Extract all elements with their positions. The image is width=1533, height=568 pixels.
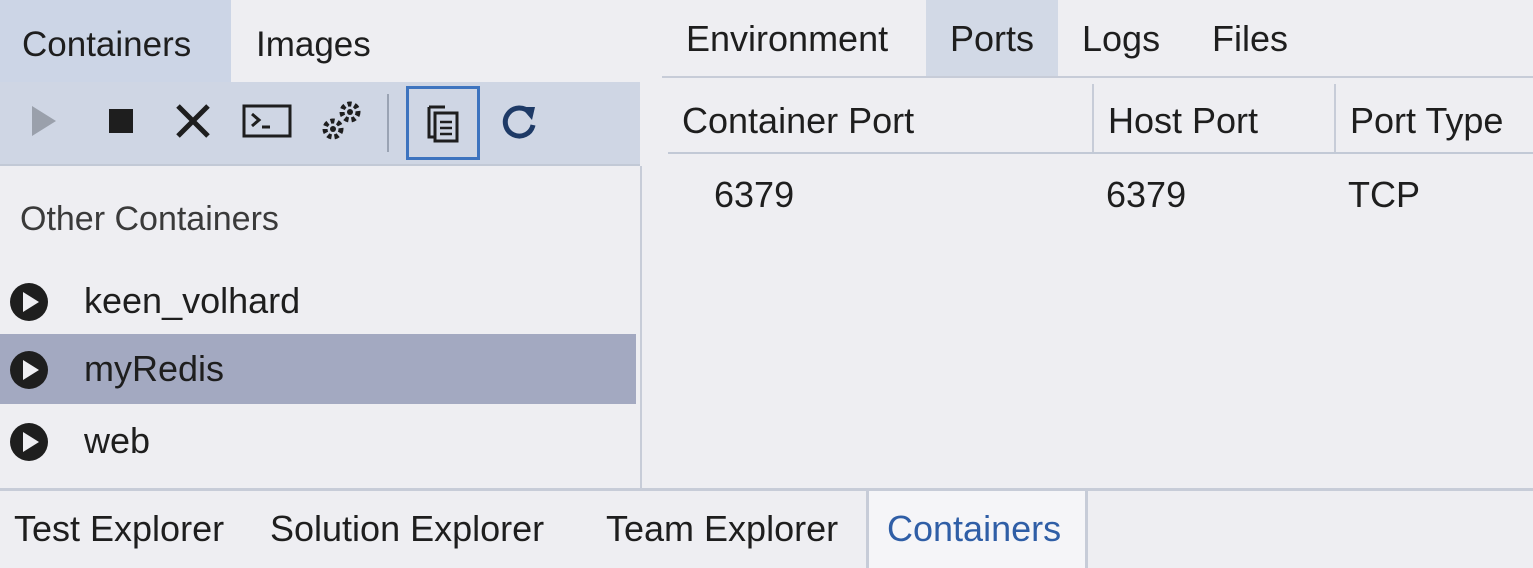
settings-gears-icon — [322, 101, 361, 140]
tool-window-tabs: Test Explorer Solution Explorer Team Exp… — [0, 488, 1533, 568]
copy-files-icon — [427, 105, 459, 143]
tab-ports[interactable]: Ports — [926, 0, 1059, 76]
container-details-pane: Environment Ports Logs Files Container P… — [642, 0, 1533, 488]
container-name: keen_volhard — [84, 280, 301, 321]
tab-containers-bottom[interactable]: Containers — [866, 488, 1088, 568]
tab-logs[interactable]: Logs — [1058, 0, 1184, 76]
toolbar-separator — [387, 94, 389, 152]
running-status-icon — [10, 351, 48, 389]
tab-files[interactable]: Files — [1188, 0, 1312, 76]
start-button[interactable] — [12, 86, 74, 156]
left-tab-strip: Containers Images — [0, 0, 640, 82]
stop-icon — [109, 109, 133, 133]
column-header-host-port[interactable]: Host Port — [1094, 84, 1334, 152]
containers-list: Other Containers keen_volhard myRedis we… — [0, 166, 642, 488]
ports-table-header: Container Port Host Port Port Type — [668, 84, 1533, 154]
container-name: myRedis — [84, 348, 225, 389]
container-item-web[interactable]: web — [0, 406, 636, 476]
group-label: Other Containers — [20, 200, 279, 238]
refresh-button[interactable] — [488, 86, 550, 156]
tab-containers[interactable]: Containers — [0, 0, 231, 82]
play-icon — [32, 106, 56, 136]
cell-host-port: 6379 — [1106, 174, 1187, 215]
tab-images[interactable]: Images — [234, 0, 393, 82]
open-terminal-button[interactable] — [236, 86, 298, 156]
copy-files-button[interactable] — [406, 86, 480, 160]
container-item-myredis[interactable]: myRedis — [0, 334, 636, 404]
stop-button[interactable] — [90, 86, 152, 156]
settings-button[interactable] — [310, 86, 372, 156]
tab-test-explorer[interactable]: Test Explorer — [0, 491, 238, 568]
remove-button[interactable] — [162, 86, 224, 156]
terminal-icon — [242, 104, 292, 138]
running-status-icon — [10, 283, 48, 321]
close-icon — [176, 104, 210, 138]
container-name: web — [84, 420, 151, 461]
cell-container-port: 6379 — [714, 174, 795, 215]
tab-environment[interactable]: Environment — [662, 0, 912, 76]
container-toolbar — [0, 82, 640, 166]
table-row[interactable]: 6379 6379 TCP — [668, 160, 1533, 230]
running-status-icon — [10, 423, 48, 461]
column-header-port-type[interactable]: Port Type — [1336, 84, 1533, 152]
containers-pane: Containers Images Other Containers keen_… — [0, 0, 642, 488]
cell-port-type: TCP — [1348, 174, 1420, 215]
refresh-icon — [502, 105, 536, 139]
container-item-keen-volhard[interactable]: keen_volhard — [0, 266, 636, 336]
column-header-container-port[interactable]: Container Port — [668, 84, 1092, 152]
tab-solution-explorer[interactable]: Solution Explorer — [256, 491, 558, 568]
tab-team-explorer[interactable]: Team Explorer — [592, 491, 852, 568]
detail-tab-strip: Environment Ports Logs Files — [662, 0, 1533, 78]
